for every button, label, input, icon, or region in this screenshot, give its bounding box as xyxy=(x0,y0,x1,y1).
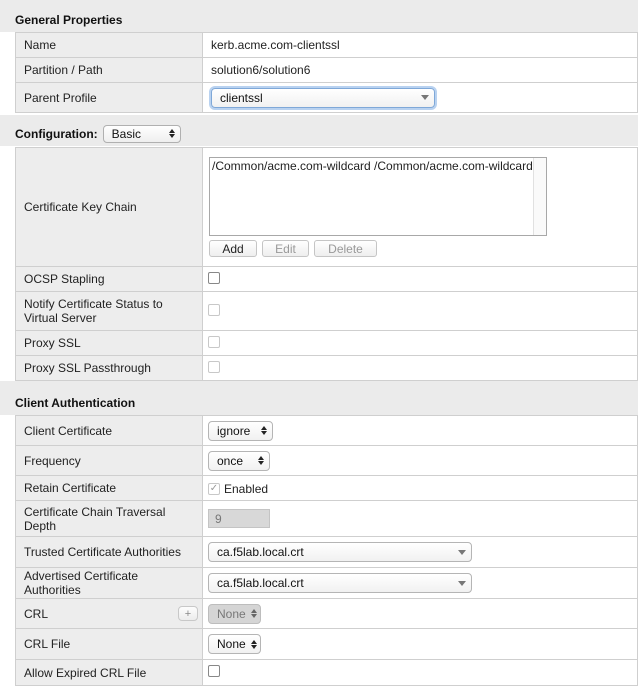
general-properties-header: General Properties xyxy=(0,0,638,32)
client-auth-title: Client Authentication xyxy=(15,396,136,410)
configuration-mode-value: Basic xyxy=(111,126,141,141)
plus-icon: + xyxy=(184,607,192,620)
proxy-ssl-row: Proxy SSL xyxy=(15,330,638,356)
crl-row: CRL + None xyxy=(15,598,638,629)
up-down-arrows-icon xyxy=(261,426,267,435)
client-cert-row: Client Certificate ignore xyxy=(15,415,638,446)
section-title: General Properties xyxy=(15,13,123,27)
client-cert-value: ignore xyxy=(217,423,251,438)
parent-profile-row: Parent Profile clientssl xyxy=(15,82,638,113)
proxy-passthrough-label: Proxy SSL Passthrough xyxy=(15,355,203,381)
configuration-header: Configuration: Basic xyxy=(0,115,638,146)
edit-button[interactable]: Edit xyxy=(262,240,309,257)
delete-button[interactable]: Delete xyxy=(314,240,377,257)
ocsp-checkbox[interactable] xyxy=(208,271,220,284)
scrollbar[interactable] xyxy=(533,158,546,235)
parent-profile-select[interactable]: clientssl xyxy=(211,87,435,108)
cert-key-chain-row: Certificate Key Chain /Common/acme.com-w… xyxy=(15,147,638,267)
proxy-ssl-checkbox[interactable] xyxy=(208,335,220,348)
trusted-ca-select[interactable]: ca.f5lab.local.crt xyxy=(208,542,472,562)
proxy-passthrough-checkbox[interactable] xyxy=(208,360,220,373)
name-value: kerb.acme.com-clientssl xyxy=(202,32,638,58)
trusted-ca-label: Trusted Certificate Authorities xyxy=(15,536,203,568)
ocsp-label: OCSP Stapling xyxy=(15,266,203,292)
configuration-mode-select[interactable]: Basic xyxy=(102,124,181,143)
notify-checkbox[interactable] xyxy=(208,303,220,316)
advertised-ca-label: Advertised Certificate Authorities xyxy=(15,567,203,599)
crl-select[interactable]: None xyxy=(208,603,261,624)
retain-cert-checkbox[interactable]: ✓ xyxy=(208,483,220,495)
chain-depth-row: Certificate Chain Traversal Depth 9 xyxy=(15,500,638,537)
up-down-arrows-icon xyxy=(258,456,264,465)
notify-row: Notify Certificate Status to Virtual Ser… xyxy=(15,291,638,331)
ocsp-row: OCSP Stapling xyxy=(15,266,638,292)
chain-depth-label-line2: Depth xyxy=(24,518,57,533)
allow-expired-crl-checkbox[interactable] xyxy=(208,665,220,677)
check-icon: ✓ xyxy=(209,483,219,494)
frequency-select[interactable]: once xyxy=(208,450,270,471)
chevron-down-icon xyxy=(421,95,429,100)
configuration-table: Certificate Key Chain /Common/acme.com-w… xyxy=(15,147,638,381)
chevron-down-icon xyxy=(458,549,466,555)
cert-key-chain-item[interactable]: /Common/acme.com-wildcard /Common/acme.c… xyxy=(212,159,544,173)
client-auth-table: Client Certificate ignore Frequency once… xyxy=(15,415,638,686)
crl-expand-button[interactable]: + xyxy=(178,606,198,621)
up-down-arrows-icon xyxy=(250,609,257,618)
advertised-ca-row: Advertised Certificate Authorities ca.f5… xyxy=(15,567,638,599)
configuration-title: Configuration: xyxy=(15,126,98,141)
allow-expired-crl-label: Allow Expired CRL File xyxy=(15,659,203,686)
notify-label-line2: Virtual Server xyxy=(24,311,97,325)
client-cert-label: Client Certificate xyxy=(15,415,203,446)
name-row: Name kerb.acme.com-clientssl xyxy=(15,32,638,58)
chain-depth-label: Certificate Chain Traversal Depth xyxy=(15,500,203,537)
partition-label: Partition / Path xyxy=(15,57,203,83)
frequency-row: Frequency once xyxy=(15,445,638,476)
crl-file-value: None xyxy=(217,637,246,651)
client-auth-header: Client Authentication xyxy=(0,381,638,415)
partition-row: Partition / Path solution6/solution6 xyxy=(15,57,638,83)
advertised-ca-select[interactable]: ca.f5lab.local.crt xyxy=(208,573,472,593)
frequency-value: once xyxy=(217,453,244,468)
crl-value: None xyxy=(217,606,246,621)
frequency-label: Frequency xyxy=(15,445,203,476)
notify-label-line1: Notify Certificate Status to xyxy=(24,297,163,311)
trusted-ca-row: Trusted Certificate Authorities ca.f5lab… xyxy=(15,536,638,568)
name-label: Name xyxy=(15,32,203,58)
retain-cert-row: Retain Certificate ✓ Enabled xyxy=(15,475,638,501)
trusted-ca-value: ca.f5lab.local.crt xyxy=(217,545,304,559)
up-down-arrows-icon xyxy=(168,129,175,138)
chevron-down-icon xyxy=(458,580,466,586)
allow-expired-crl-row: Allow Expired CRL File xyxy=(15,659,638,686)
crl-file-label: CRL File xyxy=(15,628,203,660)
up-down-arrows-icon xyxy=(250,639,257,649)
crl-file-select[interactable]: None xyxy=(208,634,261,654)
partition-value: solution6/solution6 xyxy=(202,57,638,83)
crl-label: CRL xyxy=(24,606,49,621)
retain-cert-label: Retain Certificate xyxy=(15,475,203,501)
general-properties-table: Name kerb.acme.com-clientssl Partition /… xyxy=(15,32,638,113)
parent-profile-value: clientssl xyxy=(220,90,263,105)
notify-label: Notify Certificate Status to Virtual Ser… xyxy=(15,291,203,331)
chain-depth-label-line1: Certificate Chain Traversal xyxy=(24,504,166,519)
crl-file-row: CRL File None xyxy=(15,628,638,660)
cert-key-chain-label: Certificate Key Chain xyxy=(15,147,203,267)
parent-profile-label: Parent Profile xyxy=(15,82,203,113)
advertised-ca-value: ca.f5lab.local.crt xyxy=(217,576,304,590)
client-cert-select[interactable]: ignore xyxy=(208,420,273,441)
cert-key-chain-list[interactable]: /Common/acme.com-wildcard /Common/acme.c… xyxy=(209,157,547,236)
chain-depth-input[interactable]: 9 xyxy=(208,509,270,528)
proxy-ssl-label: Proxy SSL xyxy=(15,330,203,356)
retain-cert-value: Enabled xyxy=(224,482,269,496)
proxy-passthrough-row: Proxy SSL Passthrough xyxy=(15,355,638,381)
add-button[interactable]: Add xyxy=(209,240,257,257)
